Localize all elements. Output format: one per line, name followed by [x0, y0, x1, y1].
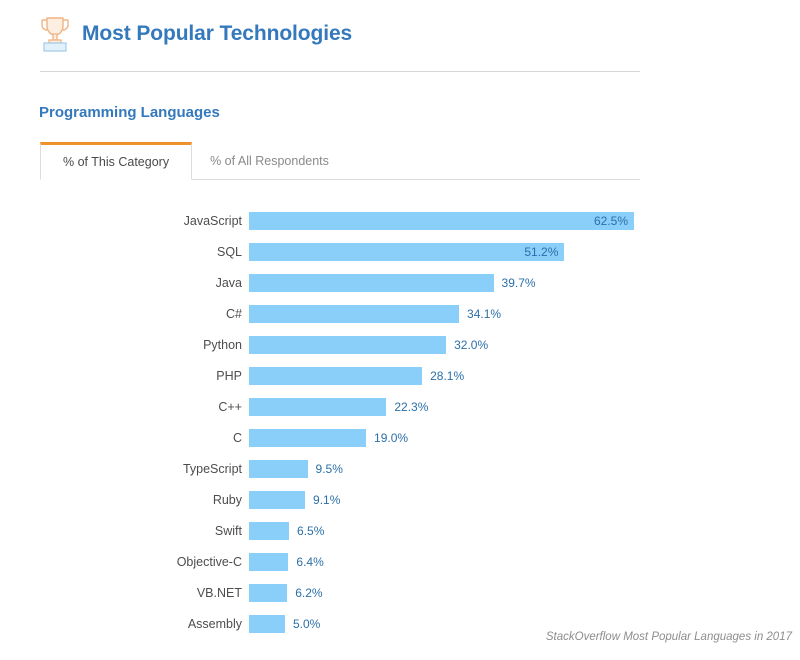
bar-track: 6.2%	[249, 583, 800, 602]
bar-category-label: TypeScript	[182, 461, 242, 476]
bar-value-label: 28.1%	[430, 368, 465, 383]
bar-fill[interactable]	[249, 614, 285, 633]
bar-value-label: 6.4%	[296, 554, 324, 569]
tab-strip: % of This Category % of All Respondents	[40, 142, 640, 180]
section-title: Programming Languages	[39, 104, 220, 121]
bar-fill[interactable]	[249, 273, 494, 292]
bar-track: 32.0%	[249, 335, 800, 354]
tab-percent-of-this-category[interactable]: % of This Category	[40, 142, 193, 180]
bar-category-label: VB.NET	[196, 585, 242, 600]
bar-track: 39.7%	[249, 273, 800, 292]
bar-value-label: 51.2%	[524, 244, 559, 259]
bar-row: Ruby 9.1%	[0, 484, 800, 515]
bar-category-label: C	[232, 430, 242, 445]
bar-track: 34.1%	[249, 304, 800, 323]
bar-row: Java 39.7%	[0, 267, 800, 298]
bar-row: VB.NET 6.2%	[0, 577, 800, 608]
bar-row: PHP 28.1%	[0, 360, 800, 391]
bar-category-label: C#	[226, 306, 242, 321]
bar-value-label: 32.0%	[454, 337, 489, 352]
bar-row: Python 32.0%	[0, 329, 800, 360]
bar-value-label: 6.2%	[295, 585, 323, 600]
page-title: Most Popular Technologies	[82, 22, 353, 45]
bar-fill[interactable]: 62.5%	[249, 211, 634, 230]
bar-chart: JavaScript 62.5% SQL 51.2% Java 39.7% C# 34.1% P…	[0, 205, 800, 639]
bar-track: 9.1%	[249, 490, 800, 509]
bar-track: 5.0%	[249, 614, 800, 633]
bar-fill[interactable]	[249, 583, 288, 602]
bar-fill[interactable]	[249, 366, 423, 385]
trophy-icon	[38, 14, 72, 54]
bar-track: 51.2%	[249, 242, 800, 261]
bar-track: 19.0%	[249, 428, 800, 447]
bar-category-label: Python	[203, 337, 242, 352]
bar-track: 62.5%	[249, 211, 800, 230]
bar-category-label: Swift	[214, 523, 242, 538]
bar-fill[interactable]	[249, 521, 290, 540]
bar-value-label: 22.3%	[394, 399, 429, 414]
bar-value-label: 62.5%	[593, 213, 628, 228]
bar-value-label: 9.1%	[313, 492, 341, 507]
bar-category-label: SQL	[216, 244, 242, 259]
bar-category-label: PHP	[216, 368, 242, 383]
bar-fill[interactable]: 51.2%	[249, 242, 565, 261]
bar-track: 28.1%	[249, 366, 800, 385]
bar-row: JavaScript 62.5%	[0, 205, 800, 236]
bar-fill[interactable]	[249, 335, 447, 354]
chart-caption: StackOverflow Most Popular Languages in …	[545, 631, 792, 643]
bar-category-label: Ruby	[212, 492, 242, 507]
bar-category-label: Assembly	[187, 616, 242, 631]
bar-value-label: 34.1%	[467, 306, 502, 321]
bar-track: 6.5%	[249, 521, 800, 540]
bar-track: 9.5%	[249, 459, 800, 478]
bar-row: TypeScript 9.5%	[0, 453, 800, 484]
bar-fill[interactable]	[249, 397, 387, 416]
bar-row: C# 34.1%	[0, 298, 800, 329]
bar-value-label: 19.0%	[374, 430, 409, 445]
tab-percent-of-all-respondents[interactable]: % of All Respondents	[192, 142, 347, 179]
bar-category-label: JavaScript	[183, 213, 242, 228]
header-divider	[40, 71, 640, 72]
bar-fill[interactable]	[249, 552, 289, 571]
bar-fill[interactable]	[249, 428, 367, 447]
bar-row: Objective-C 6.4%	[0, 546, 800, 577]
bar-value-label: 9.5%	[315, 461, 343, 476]
bar-row: SQL 51.2%	[0, 236, 800, 267]
page-header: Most Popular Technologies	[0, 0, 800, 52]
bar-row: C++ 22.3%	[0, 391, 800, 422]
bar-category-label: C++	[218, 399, 242, 414]
bar-row: Swift 6.5%	[0, 515, 800, 546]
bar-value-label: 6.5%	[297, 523, 325, 538]
bar-fill[interactable]	[249, 304, 460, 323]
bar-track: 22.3%	[249, 397, 800, 416]
bar-category-label: Java	[215, 275, 242, 290]
bar-row: C 19.0%	[0, 422, 800, 453]
bar-fill[interactable]	[249, 490, 306, 509]
bar-category-label: Objective-C	[176, 554, 242, 569]
bar-fill[interactable]	[249, 459, 308, 478]
bar-value-label: 5.0%	[293, 616, 321, 631]
bar-value-label: 39.7%	[501, 275, 536, 290]
bar-track: 6.4%	[249, 552, 800, 571]
